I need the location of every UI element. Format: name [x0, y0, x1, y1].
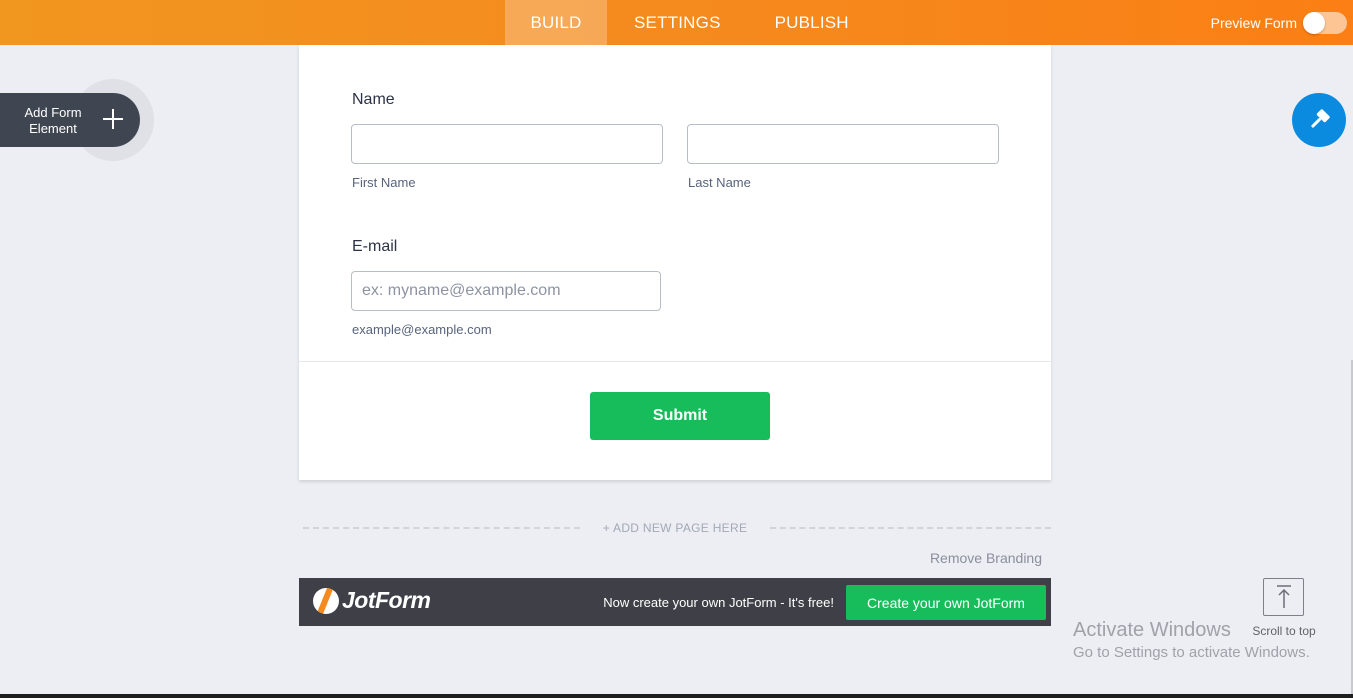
form-designer-button[interactable]	[1292, 93, 1346, 147]
jotform-logo-mark-icon	[313, 587, 339, 614]
scroll-to-top-button[interactable]	[1263, 578, 1304, 616]
first-name-sublabel: First Name	[352, 175, 416, 190]
add-form-element-label: Add Form Element	[24, 105, 82, 136]
top-navigation-bar: BUILD SETTINGS PUBLISH Preview Form	[0, 0, 1353, 45]
email-field-label: E-mail	[352, 238, 398, 255]
jotform-logo-text: JotForm	[342, 587, 431, 613]
jotform-logo[interactable]: JotForm	[313, 587, 431, 614]
add-new-page[interactable]: + ADD NEW PAGE HERE	[299, 518, 1051, 538]
preview-form-control: Preview Form	[1211, 0, 1347, 45]
paint-roller-icon	[1311, 109, 1330, 128]
activate-windows-title: Activate Windows	[1073, 619, 1231, 641]
preview-form-label: Preview Form	[1210, 14, 1297, 31]
arrow-up-icon	[1276, 585, 1291, 608]
last-name-input[interactable]	[687, 124, 999, 164]
activate-windows-subtitle: Go to Settings to activate Windows.	[1073, 644, 1310, 661]
preview-form-toggle[interactable]	[1303, 11, 1347, 34]
toggle-knob	[1303, 11, 1325, 34]
form-card: Name First Name Last Name E-mail example…	[299, 45, 1051, 480]
tab-publish[interactable]: PUBLISH	[748, 0, 876, 45]
remove-branding-link[interactable]: Remove Branding	[930, 550, 1042, 566]
create-jotform-button[interactable]: Create your own JotForm	[846, 585, 1046, 620]
submit-button[interactable]: Submit	[590, 392, 770, 440]
name-field-label: Name	[352, 91, 395, 108]
add-form-element-button[interactable]: Add Form Element	[0, 93, 140, 147]
activate-windows-watermark: Activate Windows Go to Settings to activ…	[1073, 619, 1310, 661]
tab-build[interactable]: BUILD	[505, 0, 607, 45]
last-name-sublabel: Last Name	[688, 175, 751, 190]
email-input[interactable]	[351, 271, 661, 311]
add-new-page-label: + ADD NEW PAGE HERE	[602, 521, 748, 535]
email-sublabel: example@example.com	[352, 322, 492, 337]
tab-settings[interactable]: SETTINGS	[607, 0, 748, 45]
branding-bar: JotForm Now create your own JotForm - It…	[299, 578, 1051, 626]
first-name-input[interactable]	[351, 124, 663, 164]
builder-tabs: BUILD SETTINGS PUBLISH	[505, 0, 876, 45]
window-bottom-edge	[0, 694, 1353, 698]
branding-tagline: Now create your own JotForm - It's free!	[603, 595, 834, 610]
plus-icon	[98, 103, 128, 133]
form-divider	[299, 361, 1051, 362]
